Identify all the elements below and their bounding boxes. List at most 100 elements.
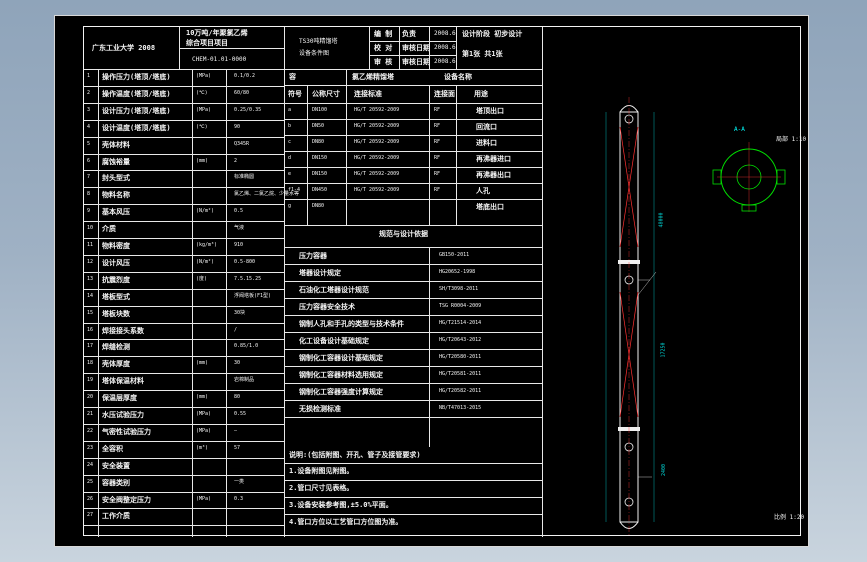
nozzle-use-4: 再沸器出口 — [476, 171, 511, 179]
param-row-rule — [84, 491, 284, 493]
param-name-14: 塔板型式 — [102, 292, 130, 301]
rule — [369, 41, 456, 42]
role-name-2: 审核日期 — [402, 58, 430, 66]
param-name-2: 操作温度(塔顶/塔底) — [102, 89, 171, 98]
standard-name-3: 压力容器安全技术 — [299, 303, 355, 311]
nozzle-dn-3: DN150 — [312, 155, 328, 161]
param-value-26: 0.3 — [234, 495, 244, 502]
param-unit-13: (度) — [196, 275, 208, 282]
param-row-rule — [84, 423, 284, 425]
note-rule — [284, 497, 542, 498]
rule — [226, 69, 227, 537]
role-2: 审 核 — [374, 58, 393, 66]
param-row-rule — [84, 136, 284, 138]
role-name-1: 审核日期 — [402, 44, 430, 52]
param-row-rule — [84, 221, 284, 223]
standard-row-rule — [284, 383, 542, 384]
param-name-26: 安全阀整定压力 — [102, 495, 151, 504]
standard-code-6: HG/T20580-2011 — [439, 354, 482, 360]
dim-bottom: 2400 — [661, 463, 668, 477]
nozzle-std-3: HG/T 20592-2009 — [354, 155, 400, 161]
rule — [369, 27, 370, 69]
nozzle-sym-1: b — [288, 123, 292, 129]
role-1: 校 对 — [374, 44, 393, 52]
param-value-12: 0.5-800 — [234, 258, 256, 265]
standard-row-rule — [284, 332, 542, 333]
param-no-11: 11 — [87, 242, 94, 248]
param-value-7: 标准椭圆 — [234, 174, 255, 181]
param-no-14: 14 — [87, 292, 94, 299]
nozzle-dn-0: DN100 — [312, 107, 328, 113]
standard-code-3: TSG R0004-2009 — [439, 303, 482, 309]
param-name-5: 壳体材料 — [102, 140, 130, 149]
param-name-24: 安全装置 — [102, 461, 130, 470]
nozzle-leaders — [637, 271, 657, 478]
detail-label: 局部 1:10 — [776, 136, 807, 143]
param-no-13: 13 — [87, 275, 94, 282]
param-no-15: 15 — [87, 309, 94, 316]
standard-row-rule — [284, 366, 542, 367]
standard-name-1: 塔器设计规定 — [299, 269, 341, 277]
param-name-10: 介质 — [102, 225, 116, 234]
nozzle-sym-4: e — [288, 171, 292, 177]
param-name-11: 物料密度 — [102, 242, 130, 250]
param-no-8: 8 — [87, 191, 91, 198]
rule — [192, 69, 193, 537]
param-row-rule — [84, 119, 284, 121]
param-name-20: 保温层厚度 — [102, 394, 137, 403]
nozzle-face-5: RF — [434, 187, 441, 193]
param-unit-20: (mm) — [196, 394, 209, 401]
param-name-22: 气密性试验压力 — [102, 427, 151, 436]
dim-middle: 17250 — [660, 342, 667, 358]
param-row-rule — [84, 322, 284, 324]
param-unit-9: (N/m²) — [196, 208, 215, 215]
param-value-14: 浮阀塔板(F1型) — [234, 292, 272, 299]
param-value-2: 60/80 — [234, 89, 250, 96]
nozzle-top-label-a: 容 — [289, 73, 296, 81]
nozzle-sym-0: a — [288, 107, 292, 113]
nozzle-face-0: RF — [434, 107, 441, 113]
nozzle-face-2: RF — [434, 139, 441, 145]
param-name-12: 设计风压 — [102, 258, 130, 267]
project-title-2: 综合项目项目 — [186, 39, 228, 47]
rule — [284, 247, 542, 248]
standard-row-rule — [284, 349, 542, 350]
rule — [456, 85, 457, 225]
param-row-rule — [84, 508, 284, 510]
nozzle-use-1: 回流口 — [476, 123, 497, 131]
standard-code-0: GB150-2011 — [439, 252, 470, 258]
nozzle-dn-1: DN50 — [312, 123, 325, 129]
param-no-20: 20 — [87, 394, 94, 401]
drawing-frame: 广东工业大学 2008 10万吨/年聚氯乙烯 综合项目项目 CHEM-01.01-00… — [83, 26, 806, 537]
param-no-12: 12 — [87, 258, 94, 265]
standard-code-9: NB/T47013-2015 — [439, 405, 482, 411]
param-row-rule — [84, 187, 284, 189]
param-name-18: 壳体厚度 — [102, 360, 130, 369]
rule — [307, 85, 308, 225]
note-rule — [284, 480, 542, 481]
note-0: 1.设备附图见附图。 — [289, 467, 354, 475]
nozzle-std-0: HG/T 20592-2009 — [354, 107, 400, 113]
nozzle-use-6: 塔底出口 — [476, 203, 504, 211]
standard-name-7: 钢制化工容器材料选用规定 — [299, 371, 383, 379]
param-unit-18: (mm) — [196, 360, 209, 367]
nozzle-row-rule — [284, 199, 542, 200]
section-label: A-A — [734, 126, 745, 133]
nozzle-sym-5: f1-4 — [288, 187, 301, 193]
note-rule — [284, 514, 542, 515]
param-value-25: 一类 — [234, 478, 245, 485]
nozzle-dn-6: DN80 — [312, 203, 325, 209]
nozzle-use-0: 塔顶出口 — [476, 107, 504, 115]
param-no-3: 3 — [87, 106, 91, 113]
standard-name-5: 化工设备设计基础规定 — [299, 337, 369, 345]
nozzle-std-4: HG/T 20592-2009 — [354, 171, 400, 177]
nozzle-header-2: 连接标准 — [354, 90, 382, 98]
nozzle-row-rule — [284, 183, 542, 184]
standard-name-8: 钢制化工容器强度计算规定 — [299, 388, 383, 396]
param-name-8: 物料名称 — [102, 191, 130, 200]
param-name-9: 基本风压 — [102, 208, 130, 217]
project-title-1: 10万吨/年聚氯乙烯 — [186, 29, 248, 37]
nozzle-header-4: 用途 — [474, 90, 488, 98]
param-value-10: 气液 — [234, 225, 245, 232]
param-row-rule — [84, 440, 284, 442]
